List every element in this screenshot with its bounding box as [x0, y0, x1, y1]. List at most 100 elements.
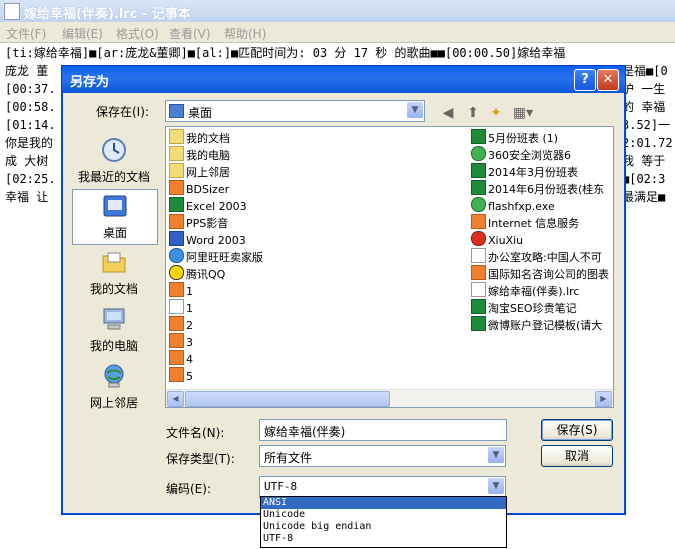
desktop-small-icon [169, 104, 184, 118]
place-network[interactable]: 网上邻居 [72, 360, 156, 414]
file-list[interactable]: 我的文档 我的电脑 网上邻居 BDSizer Excel 2003 PPS影音 … [165, 126, 614, 408]
text-line-fragment: 2:01.72 [622, 136, 673, 150]
excel-icon [169, 197, 184, 212]
menu-file[interactable]: 文件(F) [6, 25, 46, 42]
encoding-option-unicode-big-endian[interactable]: Unicode big endian [261, 521, 506, 533]
text-line: 幸福 让 [5, 190, 49, 204]
list-item[interactable]: 我的文档 [169, 129, 230, 146]
list-item[interactable]: 微博账户登记模板(请大 [471, 316, 602, 333]
list-item[interactable]: PPS影音 [169, 214, 228, 231]
place-desktop[interactable]: 桌面 [72, 189, 158, 245]
new-folder-icon[interactable]: ✦ [486, 103, 506, 123]
text-line-fragment: 3.52]一 [622, 118, 671, 132]
back-icon[interactable]: ◀ [438, 103, 458, 123]
filetype-value: 所有文件 [264, 451, 313, 465]
chevron-down-icon[interactable]: ▼ [488, 447, 504, 463]
list-item[interactable]: Internet 信息服务 [471, 214, 579, 231]
flashfxp-icon [471, 197, 486, 212]
folder-icon [169, 129, 184, 144]
xiuxiu-icon [471, 231, 486, 246]
place-my-computer[interactable]: 我的电脑 [72, 303, 156, 357]
filename-input[interactable]: 嫁给幸福(伴奏) [259, 419, 507, 441]
list-item[interactable]: 腾讯QQ [169, 265, 225, 282]
place-my-documents[interactable]: 我的文档 [72, 246, 156, 300]
list-item[interactable]: BDSizer [169, 180, 229, 197]
excel-icon [471, 129, 486, 144]
excel-icon [471, 180, 486, 195]
place-label: 我的电脑 [89, 339, 138, 353]
list-item[interactable]: 3 [169, 333, 193, 350]
filetype-dropdown[interactable]: 所有文件 ▼ [259, 445, 506, 467]
list-item[interactable]: 1 [169, 282, 193, 299]
save-in-value: 桌面 [188, 106, 213, 120]
text-line-fragment: ■[02:3 [622, 172, 666, 186]
app-icon [169, 180, 184, 195]
list-item[interactable]: 我的电脑 [169, 146, 230, 163]
list-item[interactable]: flashfxp.exe [471, 197, 555, 214]
notepad-menubar: 文件(F) 编辑(E) 格式(O) 查看(V) 帮助(H) [0, 22, 675, 43]
filename-label: 文件名(N): [166, 426, 225, 440]
text-line-fragment: 我 等于 [622, 154, 666, 168]
list-item[interactable]: 国际知名咨询公司的图表 [471, 265, 609, 282]
encoding-option-unicode[interactable]: Unicode [261, 509, 506, 521]
up-folder-icon[interactable]: ⬆ [463, 103, 483, 123]
pps-icon [169, 214, 184, 229]
list-item[interactable]: 2014年3月份班表 [471, 163, 578, 180]
encoding-option-utf8[interactable]: UTF-8 [261, 533, 506, 545]
list-item[interactable]: 2014年6月份班表(桂东 [471, 180, 604, 197]
dialog-titlebar[interactable]: 另存为 ? ✕ [62, 66, 625, 93]
chevron-down-icon[interactable]: ▼ [488, 478, 504, 494]
list-item[interactable]: 淘宝SEO珍贵笔记 [471, 299, 577, 316]
list-item[interactable]: Excel 2003 [169, 197, 247, 214]
excel-icon [471, 163, 486, 178]
close-button[interactable]: ✕ [597, 69, 619, 91]
scroll-left-icon[interactable]: ◀ [167, 391, 184, 407]
iis-icon [471, 214, 486, 229]
text-line: 成 大树 [5, 154, 49, 168]
text-line-fragment: 是福■[0 [622, 64, 668, 78]
text-file-icon [169, 299, 184, 314]
pdf-icon [471, 265, 486, 280]
list-item[interactable]: Word 2003 [169, 231, 246, 248]
document-icon [471, 248, 486, 263]
list-item[interactable]: 阿里旺旺卖家版 [169, 248, 263, 265]
place-recent-docs[interactable]: 我最近的文档 [72, 134, 156, 188]
list-item[interactable]: 5 [169, 367, 193, 384]
word-icon [169, 231, 184, 246]
text-file-icon [471, 282, 486, 297]
cancel-button[interactable]: 取消 [541, 445, 613, 467]
horizontal-scrollbar[interactable]: ◀ ▶ [166, 389, 613, 407]
scroll-thumb[interactable] [185, 391, 390, 407]
menu-edit[interactable]: 编辑(E) [62, 25, 103, 42]
network-places-icon [104, 364, 124, 388]
list-item[interactable]: 360安全浏览器6 [471, 146, 571, 163]
list-item[interactable]: 嫁给幸福(伴奏).lrc [471, 282, 579, 299]
text-line: 庞龙 董 [5, 64, 49, 78]
text-line: [ti:嫁给幸福]■[ar:庞龙&董卿]■[al:]■匹配时间为: 03 分 1… [5, 46, 566, 60]
list-item[interactable]: 5月份班表 (1) [471, 129, 558, 146]
text-line: [00:37. [5, 82, 56, 96]
list-item[interactable]: XiuXiu [471, 231, 523, 248]
save-as-dialog: 另存为 ? ✕ 保存在(I): 桌面 ▼ ◀ ⬆ ✦ ▦▾ 我最近的文档 桌面 … [61, 65, 626, 515]
notepad-icon [4, 3, 20, 20]
list-item[interactable]: 办公室攻略:中国人不可 [471, 248, 602, 265]
scroll-right-icon[interactable]: ▶ [595, 391, 612, 407]
encoding-options-list[interactable]: ANSI Unicode Unicode big endian UTF-8 [260, 496, 507, 548]
menu-help[interactable]: 帮助(H) [224, 25, 266, 42]
save-in-label: 保存在(I): [96, 105, 149, 119]
list-item[interactable]: 4 [169, 350, 193, 367]
list-item[interactable]: 2 [169, 316, 193, 333]
notepad-titlebar: 嫁给幸福(伴奏).lrc - 记事本 [0, 0, 675, 22]
menu-view[interactable]: 查看(V) [169, 25, 211, 42]
encoding-option-ansi[interactable]: ANSI [261, 497, 506, 509]
list-item[interactable]: 网上邻居 [169, 163, 230, 180]
encoding-dropdown[interactable]: UTF-8 ▼ [259, 476, 506, 498]
save-in-dropdown[interactable]: 桌面 ▼ [165, 100, 425, 122]
file-icon [169, 316, 184, 331]
menu-format[interactable]: 格式(O) [116, 25, 159, 42]
save-button[interactable]: 保存(S) [541, 419, 613, 441]
chevron-down-icon[interactable]: ▼ [407, 102, 423, 118]
list-item[interactable]: 1 [169, 299, 193, 316]
view-menu-icon[interactable]: ▦▾ [510, 103, 536, 123]
help-button[interactable]: ? [574, 69, 596, 91]
